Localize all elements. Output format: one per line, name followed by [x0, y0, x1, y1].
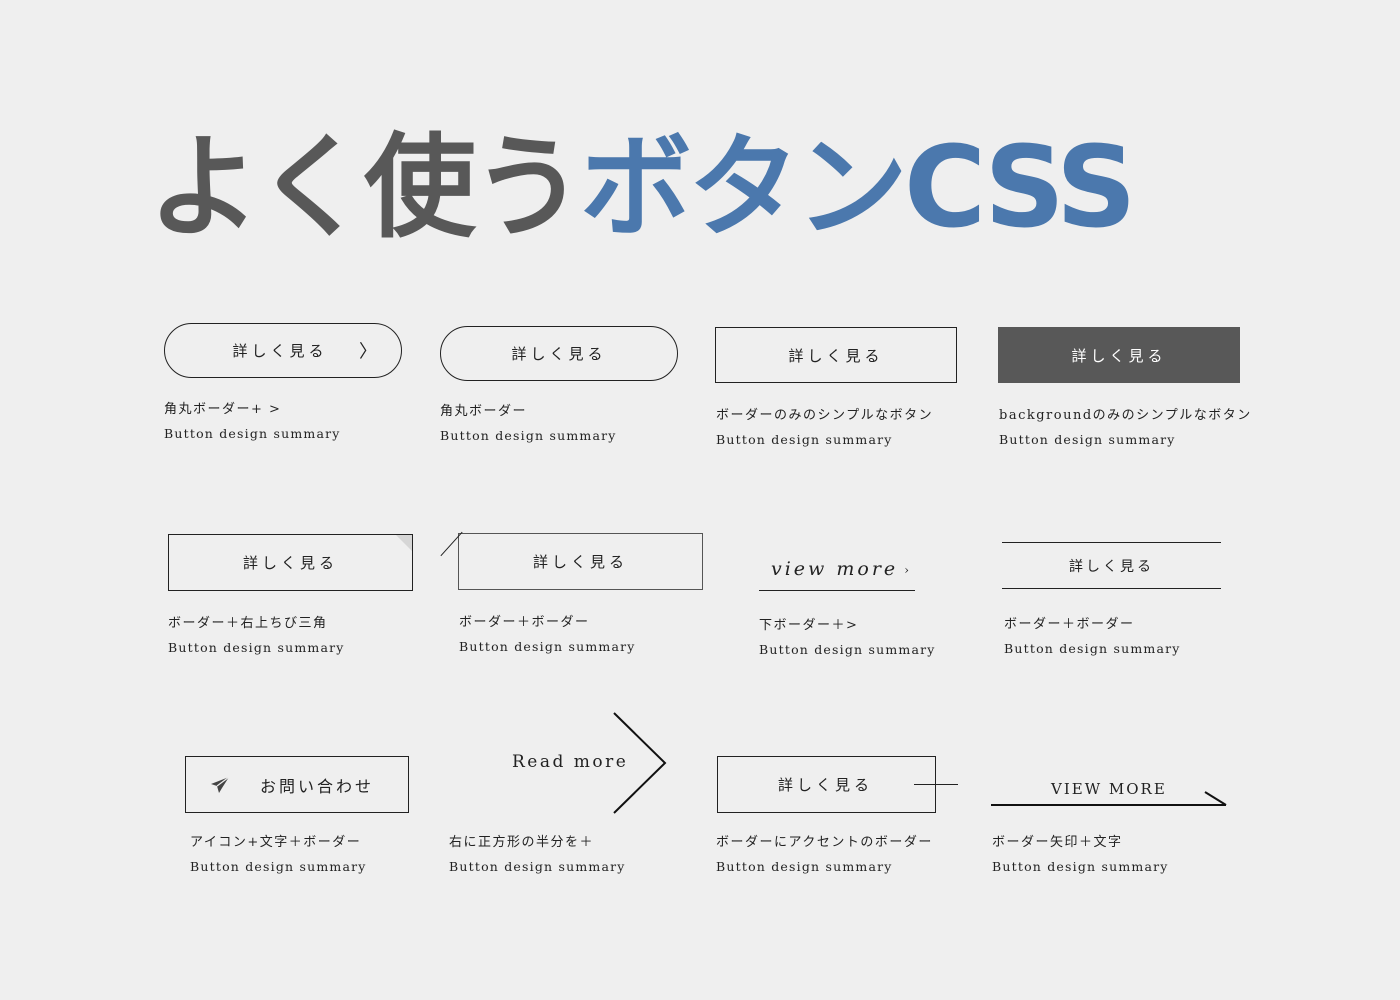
contact-icon-button[interactable]: お問い合わせ — [185, 756, 409, 813]
caption-12: ボーダー矢印＋文字 Button design summary — [992, 831, 1169, 879]
caption-en: Button design summary — [164, 426, 341, 441]
corner-slash-line — [440, 531, 463, 557]
border-slash-button[interactable]: 詳しく見る — [440, 531, 703, 590]
top-bottom-border-button[interactable]: 詳しく見る — [1002, 542, 1221, 589]
caption-en: Button design summary — [992, 859, 1169, 874]
page-title: よく使うボタンCSS — [148, 118, 1137, 258]
background-fill-button[interactable]: 詳しく見る — [998, 327, 1240, 383]
caption-en: Button design summary — [440, 428, 617, 443]
caption-jp: ボーダー矢印＋文字 — [992, 835, 1123, 850]
arrow-line-icon — [991, 791, 1227, 806]
simple-border-button[interactable]: 詳しく見る — [715, 327, 957, 383]
caption-11: ボーダーにアクセントのボーダー Button design summary — [716, 831, 933, 879]
caption-5: ボーダー＋右上ちび三角 Button design summary — [168, 612, 345, 660]
button-label: 詳しく見る — [777, 776, 873, 794]
caption-en: Button design summary — [449, 859, 626, 874]
caption-7: 下ボーダー＋> Button design summary — [759, 614, 936, 662]
caption-en: Button design summary — [459, 639, 636, 654]
accent-border-button[interactable]: 詳しく見る — [717, 756, 958, 813]
caption-3: ボーダーのみのシンプルなボタン Button design summary — [716, 404, 933, 452]
rounded-border-button[interactable]: 詳しく見る — [440, 326, 678, 381]
arrow-border-view-more-button[interactable]: VIEW MORE — [991, 772, 1227, 806]
caption-en: Button design summary — [716, 432, 893, 447]
accent-line — [914, 784, 958, 786]
caption-jp: 角丸ボーダー+ > — [164, 402, 282, 417]
button-label: 詳しく見る — [788, 346, 884, 365]
caption-jp: 右に正方形の半分を＋ — [449, 835, 595, 850]
caption-en: Button design summary — [190, 859, 367, 874]
button-label: 詳しく見る — [511, 345, 607, 363]
caption-en: Button design summary — [168, 640, 345, 655]
button-label: 詳しく見る — [232, 342, 328, 360]
caption-jp: ボーダーのみのシンプルなボタン — [716, 408, 934, 423]
button-label: 詳しく見る — [242, 554, 338, 572]
caption-en: Button design summary — [759, 642, 936, 657]
caption-jp: 下ボーダー＋> — [759, 618, 859, 633]
caption-jp: backgroundのみのシンプルなボタン — [999, 408, 1252, 423]
caption-8: ボーダー＋ボーダー Button design summary — [1004, 613, 1181, 661]
corner-triangle-icon — [396, 535, 412, 551]
caption-jp: ボーダー＋右上ちび三角 — [168, 616, 328, 631]
title-part-accent: ボタンCSS — [580, 123, 1137, 253]
caption-6: ボーダー＋ボーダー Button design summary — [459, 611, 636, 659]
caption-en: Button design summary — [999, 432, 1176, 447]
caption-2: 角丸ボーダー Button design summary — [440, 400, 617, 448]
caption-9: アイコン+文字＋ボーダー Button design summary — [190, 831, 367, 879]
button-label: お問い合わせ — [259, 776, 374, 796]
caption-en: Button design summary — [1004, 641, 1181, 656]
title-part-dark: よく使う — [148, 123, 584, 253]
caption-jp: ボーダー＋ボーダー — [1004, 617, 1135, 632]
paper-plane-icon — [211, 776, 230, 793]
bottom-border-view-more-button[interactable]: view more › — [759, 548, 915, 591]
caption-10: 右に正方形の半分を＋ Button design summary — [449, 831, 626, 879]
caption-jp: ボーダー＋ボーダー — [459, 615, 590, 630]
chevron-right-icon: › — [904, 563, 909, 578]
caption-en: Button design summary — [716, 859, 893, 874]
button-label: view more — [771, 558, 899, 580]
button-label: 詳しく見る — [532, 553, 628, 571]
button-label: 詳しく見る — [1071, 346, 1167, 365]
large-chevron-icon — [613, 712, 667, 814]
rounded-border-arrow-button[interactable]: 詳しく見る 〉 — [164, 323, 402, 378]
caption-jp: ボーダーにアクセントのボーダー — [716, 835, 933, 850]
caption-4: backgroundのみのシンプルなボタン Button design summ… — [999, 404, 1252, 452]
chevron-right-icon: 〉 — [359, 340, 377, 362]
button-label: 詳しく見る — [1069, 558, 1154, 575]
read-more-button[interactable]: Read more — [500, 712, 670, 814]
border-corner-triangle-button[interactable]: 詳しく見る — [168, 534, 413, 591]
caption-jp: アイコン+文字＋ボーダー — [190, 835, 362, 850]
caption-jp: 角丸ボーダー — [440, 404, 528, 419]
caption-1: 角丸ボーダー+ > Button design summary — [164, 398, 341, 446]
